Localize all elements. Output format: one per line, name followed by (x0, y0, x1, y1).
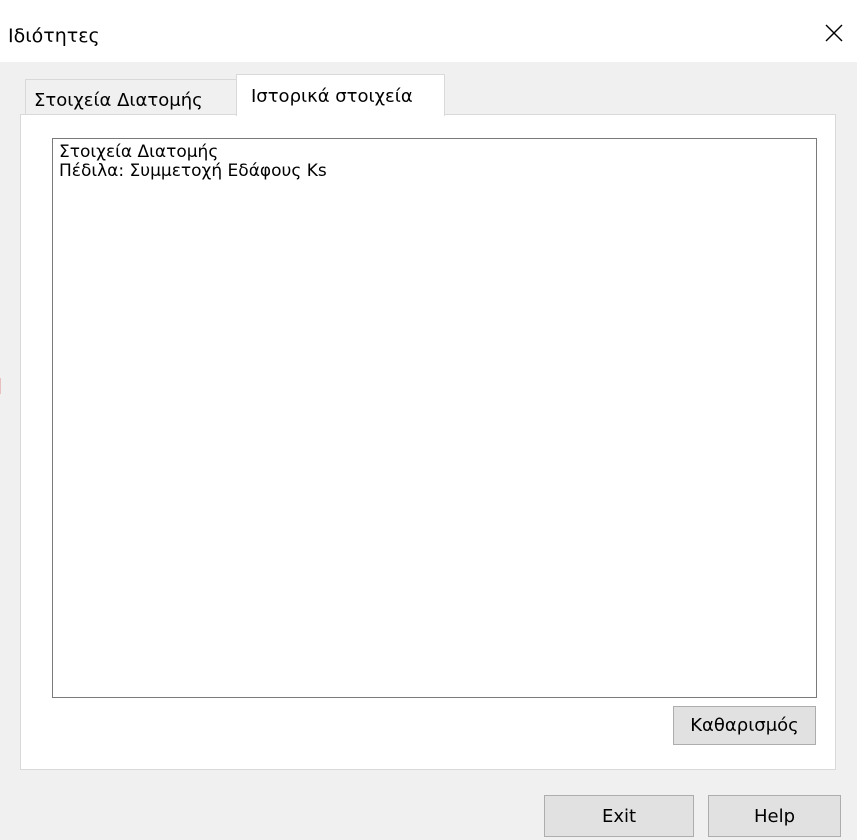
title-bar: Ιδιότητες (0, 10, 857, 62)
help-button[interactable]: Help (708, 795, 841, 837)
history-listbox[interactable]: Στοιχεία Διατομής Πέδιλα: Συμμετοχή Εδάφ… (52, 138, 817, 698)
tab-label: Ιστορικά στοιχεία (251, 86, 413, 107)
dialog-title: Ιδιότητες (8, 25, 100, 47)
list-item[interactable]: Πέδιλα: Συμμετοχή Εδάφους Ks (59, 162, 810, 181)
properties-dialog: Ιδιότητες Στοιχεία Διατομής Ιστορικά στο… (0, 10, 857, 840)
window-edge-mark (0, 378, 1, 394)
background-window-strip (0, 0, 857, 10)
tab-history[interactable]: Ιστορικά στοιχεία (236, 74, 445, 116)
tab-label: Στοιχεία Διατομής (34, 90, 203, 111)
exit-button[interactable]: Exit (544, 795, 694, 837)
close-button[interactable] (811, 10, 857, 56)
close-icon (825, 24, 843, 42)
list-item[interactable]: Στοιχεία Διατομής (59, 143, 810, 162)
tab-section-data[interactable]: Στοιχεία Διατομής (25, 79, 237, 114)
clear-button[interactable]: Καθαρισμός (673, 706, 816, 745)
